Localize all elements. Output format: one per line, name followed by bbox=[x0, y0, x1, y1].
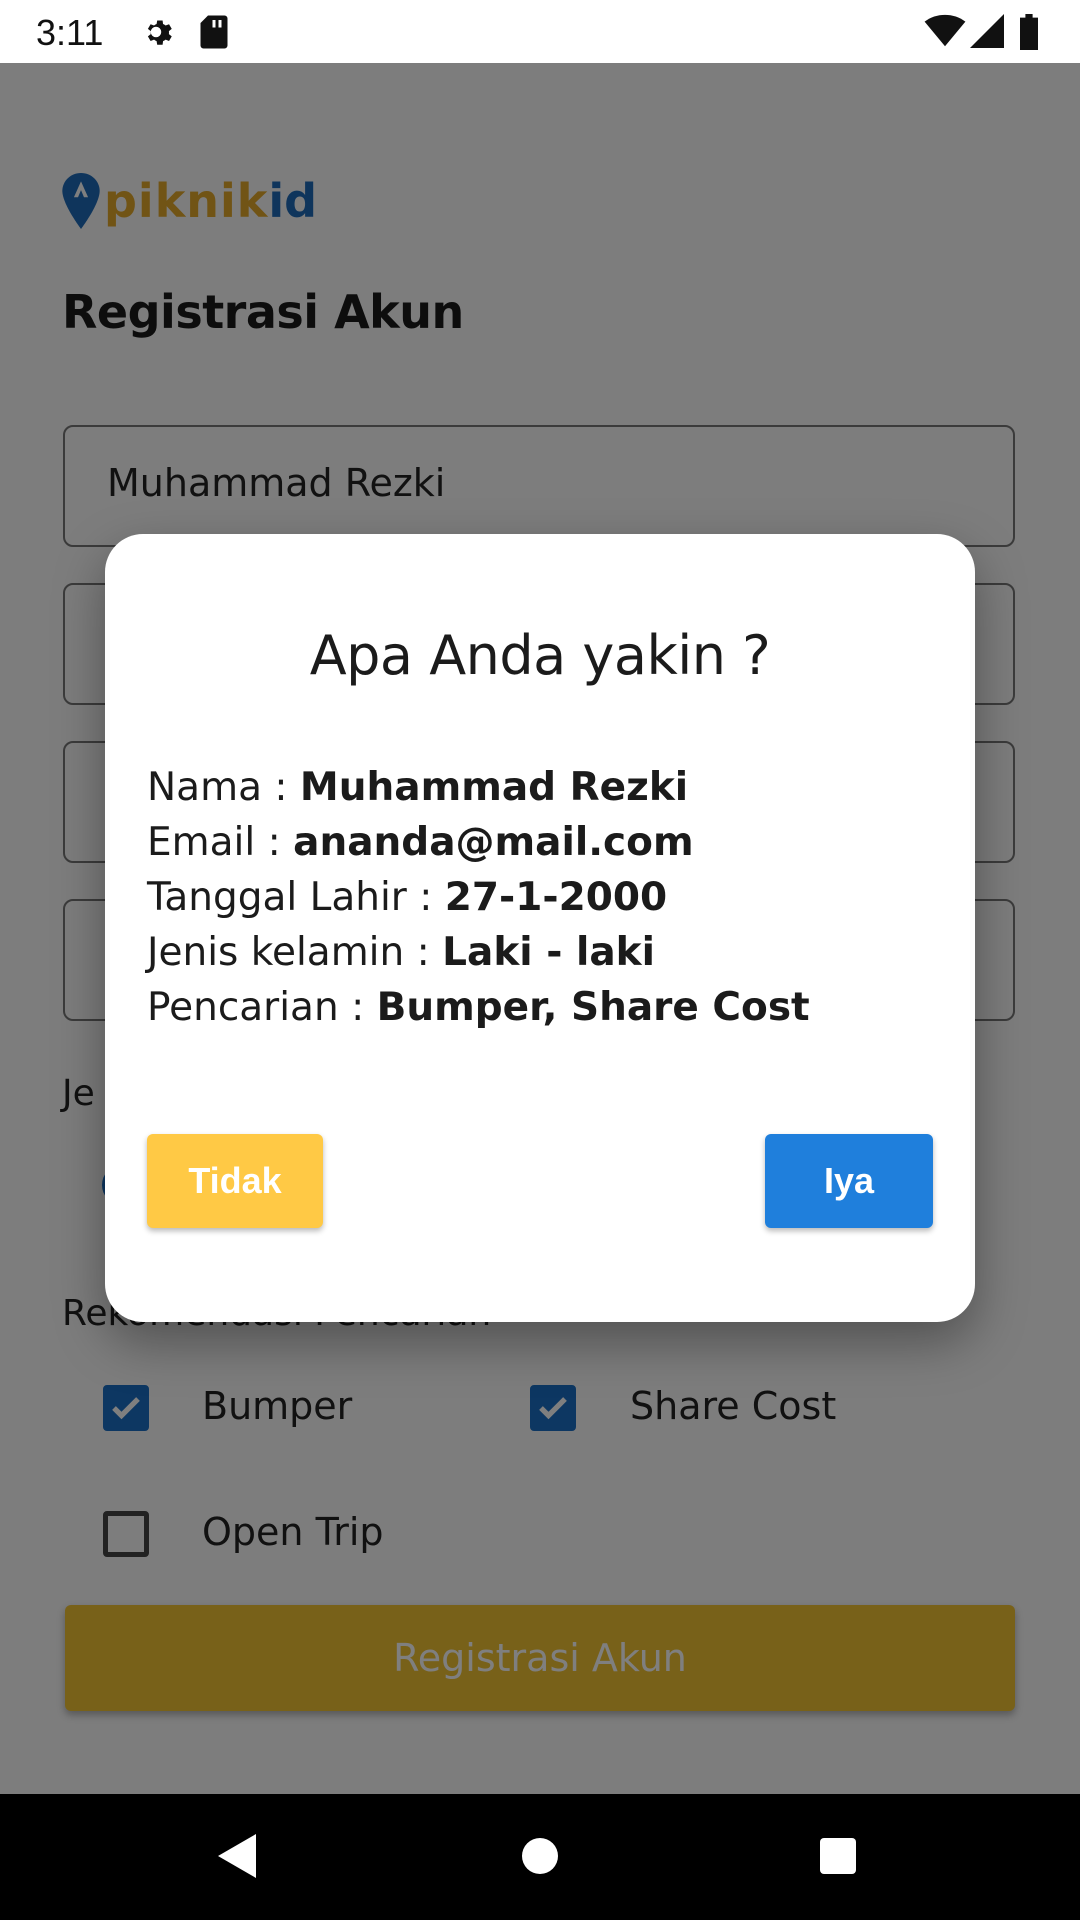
battery-icon bbox=[1018, 14, 1040, 59]
summary-row-gender: Jenis kelamin : Laki - laki bbox=[147, 930, 655, 975]
summary-row-name: Nama : Muhammad Rezki bbox=[147, 765, 689, 810]
summary-row-email: Email : ananda@mail.com bbox=[147, 820, 694, 865]
navigation-bar bbox=[0, 1794, 1080, 1920]
summary-row-birthdate: Tanggal Lahir : 27-1-2000 bbox=[147, 875, 668, 920]
home-icon[interactable] bbox=[520, 1834, 560, 1878]
back-icon[interactable] bbox=[218, 1834, 258, 1882]
cancel-button[interactable]: Tidak bbox=[147, 1134, 323, 1228]
settings-icon bbox=[138, 14, 174, 59]
confirm-button[interactable]: Iya bbox=[765, 1134, 933, 1228]
sd-card-icon bbox=[198, 14, 230, 59]
signal-icon bbox=[970, 14, 1004, 57]
status-time: 3:11 bbox=[36, 12, 104, 53]
confirmation-dialog: Apa Anda yakin ? Nama : Muhammad Rezki E… bbox=[105, 534, 975, 1322]
wifi-icon bbox=[924, 14, 966, 57]
status-bar: 3:11 bbox=[0, 0, 1080, 63]
dialog-title: Apa Anda yakin ? bbox=[309, 624, 771, 687]
summary-row-search: Pencarian : Bumper, Share Cost bbox=[147, 985, 810, 1030]
recents-icon[interactable] bbox=[818, 1834, 858, 1878]
dialog-summary: Nama : Muhammad Rezki Email : ananda@mai… bbox=[147, 760, 810, 1035]
